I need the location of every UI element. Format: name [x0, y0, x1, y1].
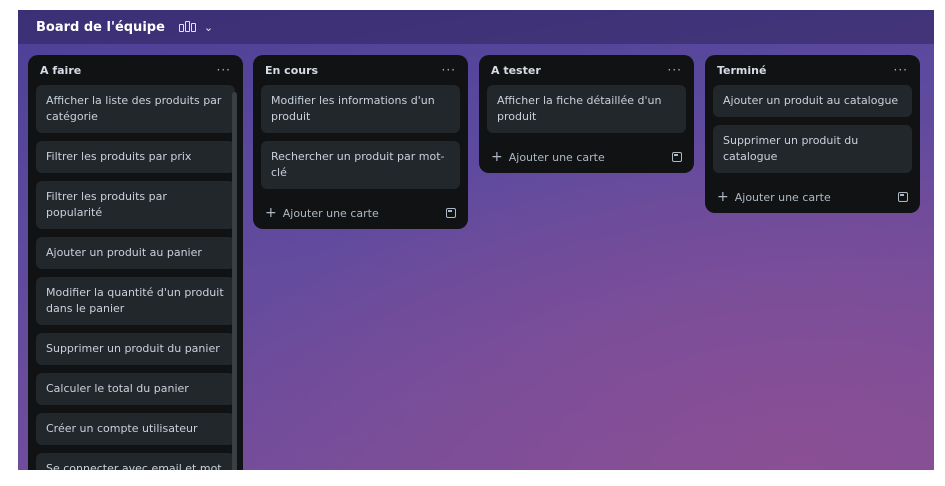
card[interactable]: Afficher la fiche détaillée d'un produit: [487, 85, 686, 133]
list-scrollbar[interactable]: [232, 92, 237, 470]
card-template-icon[interactable]: [446, 208, 456, 218]
more-options-icon[interactable]: ···: [442, 63, 456, 77]
card-template-icon[interactable]: [672, 152, 682, 162]
add-card-button[interactable]: + Ajouter une carte: [705, 181, 920, 213]
list-title[interactable]: A tester: [491, 64, 541, 77]
card[interactable]: Ajouter un produit au catalogue: [713, 85, 912, 117]
plus-icon: +: [491, 149, 503, 165]
add-card-label: Ajouter une carte: [508, 151, 605, 164]
card[interactable]: Filtrer les produits par popularité: [36, 181, 235, 229]
list-title[interactable]: A faire: [40, 64, 81, 77]
card[interactable]: Se connecter avec email et mot de passe: [36, 453, 235, 470]
plus-icon: +: [265, 205, 277, 221]
list-header: A faire ···: [28, 55, 243, 85]
plus-icon: +: [717, 189, 729, 205]
list-en-cours: En cours ··· Modifier les informations d…: [253, 55, 468, 229]
list-a-faire: A faire ··· Afficher la liste des produi…: [28, 55, 243, 470]
card[interactable]: Modifier les informations d'un produit: [261, 85, 460, 133]
card[interactable]: Créer un compte utilisateur: [36, 413, 235, 445]
more-options-icon[interactable]: ···: [217, 63, 231, 77]
list-header: A tester ···: [479, 55, 694, 85]
board-view-icon[interactable]: [178, 21, 196, 32]
card[interactable]: Supprimer un produit du catalogue: [713, 125, 912, 173]
list-header: En cours ···: [253, 55, 468, 85]
card[interactable]: Filtrer les produits par prix: [36, 141, 235, 173]
more-options-icon[interactable]: ···: [668, 63, 682, 77]
chevron-down-icon[interactable]: ⌄: [204, 21, 213, 34]
add-card-label: Ajouter une carte: [282, 207, 379, 220]
add-card-button[interactable]: + Ajouter une carte: [253, 197, 468, 229]
board-header: Board de l'équipe ⌄: [18, 10, 934, 44]
more-options-icon[interactable]: ···: [894, 63, 908, 77]
card[interactable]: Modifier la quantité d'un produit dans l…: [36, 277, 235, 325]
list-title[interactable]: En cours: [265, 64, 318, 77]
list-termine: Terminé ··· Ajouter un produit au catalo…: [705, 55, 920, 213]
list-title[interactable]: Terminé: [717, 64, 766, 77]
card[interactable]: Calculer le total du panier: [36, 373, 235, 405]
card[interactable]: Ajouter un produit au panier: [36, 237, 235, 269]
card-template-icon[interactable]: [898, 192, 908, 202]
list-header: Terminé ···: [705, 55, 920, 85]
add-card-button[interactable]: + Ajouter une carte: [479, 141, 694, 173]
board-title[interactable]: Board de l'équipe: [36, 20, 165, 35]
add-card-label: Ajouter une carte: [734, 191, 831, 204]
card[interactable]: Supprimer un produit du panier: [36, 333, 235, 365]
list-a-tester: A tester ··· Afficher la fiche détaillée…: [479, 55, 694, 173]
board-canvas: Board de l'équipe ⌄ A faire ··· Afficher…: [18, 10, 934, 470]
card[interactable]: Afficher la liste des produits par catég…: [36, 85, 235, 133]
card[interactable]: Rechercher un produit par mot-clé: [261, 141, 460, 189]
